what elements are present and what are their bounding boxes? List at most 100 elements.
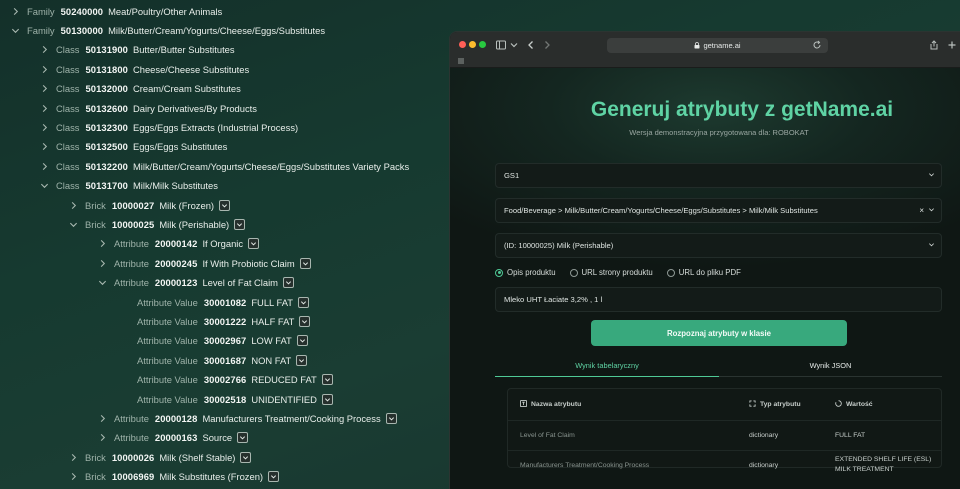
chevron-right-icon[interactable] <box>96 257 108 269</box>
tree-title: Eggs/Eggs Extracts (Industrial Process) <box>132 121 299 133</box>
tree-code: 30002967 <box>203 335 247 347</box>
chevron-down-icon <box>928 171 935 180</box>
tree-title: FULL FAT <box>251 296 294 308</box>
tree-row[interactable]: Attribute 20000123 Level of Fat Claim <box>96 273 294 292</box>
tree-row[interactable]: Attribute Value 30001687 NON FAT <box>137 351 308 370</box>
tree-row[interactable]: Attribute Value 30002766 REDUCED FAT <box>137 370 333 389</box>
tree-row[interactable]: Class 50132500 Eggs/Eggs Substitutes <box>38 137 227 156</box>
tree-row[interactable]: Class 50132200 Milk/Butter/Cream/Yogurts/C… <box>38 157 409 176</box>
minimize-window-button[interactable] <box>469 41 476 48</box>
dropdown-toggle-icon[interactable] <box>296 354 308 366</box>
tree-row[interactable]: Class 50131800 Cheese/Cheese Substitutes <box>38 60 249 79</box>
tree-row[interactable]: Class 50131700 Milk/Milk Substitutes <box>38 176 218 195</box>
recognize-attributes-button[interactable]: Rozpoznaj atrybuty w klasie <box>591 320 847 346</box>
tree-title: Milk/Butter/Cream/Yogurts/Cheese/Eggs/Su… <box>108 24 326 36</box>
tab-table-result[interactable]: Wynik tabelaryczny <box>495 355 719 377</box>
clear-icon[interactable]: × <box>919 206 924 215</box>
tree-row[interactable]: Family 50130000 Milk/Butter/Cream/Yogurts/… <box>9 21 325 40</box>
tab-json-result[interactable]: Wynik JSON <box>719 355 942 377</box>
tree-row[interactable]: Attribute Value 30001082 FULL FAT <box>137 293 310 312</box>
chevron-right-icon[interactable] <box>67 471 79 483</box>
dropdown-toggle-icon[interactable] <box>298 296 310 308</box>
dropdown-toggle-icon[interactable] <box>283 277 294 289</box>
dropdown-toggle-icon[interactable] <box>219 199 231 211</box>
chevron-down-icon[interactable] <box>96 277 108 289</box>
chevron-right-icon[interactable] <box>9 5 21 17</box>
dropdown-toggle-icon[interactable] <box>321 374 333 386</box>
tree-row[interactable]: Attribute Value 30002518 UNIDENTIFIED <box>137 390 333 409</box>
chevron-right-icon[interactable] <box>38 141 50 153</box>
tree-title: REDUCED FAT <box>251 374 317 386</box>
chevron-right-icon[interactable] <box>38 102 50 114</box>
tree-row[interactable]: Brick 10000027 Milk (Frozen) <box>67 196 231 215</box>
tree-code: 50131800 <box>85 63 128 75</box>
address-bar[interactable]: getname.ai <box>607 38 828 53</box>
tree-row[interactable]: Attribute Value 30002967 LOW FAT <box>137 331 308 350</box>
chevron-right-icon[interactable] <box>38 121 50 133</box>
tree-row[interactable]: Brick 10000025 Milk (Perishable) <box>67 215 246 234</box>
tree-level: Class <box>56 160 80 172</box>
close-window-button[interactable] <box>459 41 466 48</box>
dropdown-toggle-icon[interactable] <box>385 412 397 424</box>
tree-row[interactable]: Class 50131900 Butter/Butter Substitutes <box>38 40 235 59</box>
chevron-down-icon[interactable] <box>9 24 21 36</box>
chevron-right-icon[interactable] <box>38 160 50 172</box>
radio-pdf-url[interactable]: URL do pliku PDF <box>666 268 741 277</box>
tab-overview-icon[interactable] <box>456 57 466 65</box>
forward-icon[interactable] <box>541 39 553 51</box>
tree-row[interactable]: Attribute 20000245 If With Probiotic Claim <box>96 254 311 273</box>
reload-icon[interactable] <box>812 40 822 50</box>
chevron-right-icon[interactable] <box>67 199 79 211</box>
back-icon[interactable] <box>525 39 537 51</box>
new-tab-icon[interactable] <box>946 39 958 51</box>
tree-level: Class <box>56 63 80 75</box>
dropdown-toggle-icon[interactable] <box>237 432 249 444</box>
dropdown-toggle-icon[interactable] <box>240 451 252 463</box>
tree-row[interactable]: Attribute 20000163 Source <box>96 428 249 447</box>
dropdown-toggle-icon[interactable] <box>234 218 246 230</box>
tree-code: 50132200 <box>85 160 128 172</box>
category-select[interactable]: Food/Beverage > Milk/Butter/Cream/Yogurt… <box>495 198 942 223</box>
tree-row[interactable]: Attribute Value 30001222 HALF FAT <box>137 312 311 331</box>
dropdown-toggle-icon[interactable] <box>321 393 333 405</box>
divider <box>508 450 941 451</box>
tree-row[interactable]: Attribute 20000142 If Organic <box>96 234 260 253</box>
tree-row[interactable]: Brick 10006969 Milk Substitutes (Frozen) <box>67 467 280 486</box>
chevron-right-icon[interactable] <box>38 44 50 56</box>
dropdown-toggle-icon[interactable] <box>299 257 311 269</box>
radio-page-url[interactable]: URL strony produktu <box>569 268 653 277</box>
brick-select[interactable]: (ID: 10000025) Milk (Perishable) <box>495 233 942 258</box>
share-icon[interactable] <box>928 39 940 51</box>
tree-code: 30001687 <box>203 354 247 366</box>
chevron-right-icon[interactable] <box>67 451 79 463</box>
chevron-right-icon[interactable] <box>96 238 108 250</box>
standard-select[interactable]: GS1 <box>495 163 942 188</box>
chevron-right-icon[interactable] <box>96 432 108 444</box>
dropdown-toggle-icon[interactable] <box>268 471 280 483</box>
chevron-right-icon[interactable] <box>96 412 108 424</box>
dropdown-toggle-icon[interactable] <box>299 315 311 327</box>
tree-title: If With Probiotic Claim <box>202 257 295 269</box>
tree-code: 10000025 <box>111 218 155 230</box>
radio-label: Opis produktu <box>507 268 556 277</box>
zoom-window-button[interactable] <box>479 41 486 48</box>
dropdown-toggle-icon[interactable] <box>296 335 308 347</box>
chevron-down-icon[interactable] <box>67 218 79 230</box>
tree-row[interactable]: Class 50132300 Eggs/Eggs Extracts (Industr… <box>38 118 298 137</box>
tree-row[interactable]: Brick 10000026 Milk (Shelf Stable) <box>67 448 252 467</box>
dropdown-toggle-icon[interactable] <box>248 238 260 250</box>
tree-row[interactable]: Attribute 20000128 Manufacturers Treatment… <box>96 409 397 428</box>
sidebar-icon[interactable] <box>495 39 507 51</box>
tree-code: 10006969 <box>111 471 155 483</box>
tree-title: Manufacturers Treatment/Cooking Process <box>202 412 381 424</box>
product-description-input[interactable]: Mleko UHT Łaciate 3,2% , 1 l <box>495 287 942 312</box>
tree-row[interactable]: Family 50240000 Meat/Poultry/Other Animals <box>9 2 222 21</box>
tree-row[interactable]: Class 50132600 Dairy Derivatives/By Produc… <box>38 99 257 118</box>
tree-row[interactable]: Class 50132000 Cream/Cream Substitutes <box>38 79 241 98</box>
chevron-right-icon[interactable] <box>38 63 50 75</box>
radio-description[interactable]: Opis produktu <box>495 268 556 277</box>
chevron-down-icon[interactable] <box>38 180 50 192</box>
tree-code: 50132000 <box>85 83 128 95</box>
chevron-right-icon[interactable] <box>38 83 50 95</box>
chevron-down-icon[interactable] <box>509 39 519 51</box>
